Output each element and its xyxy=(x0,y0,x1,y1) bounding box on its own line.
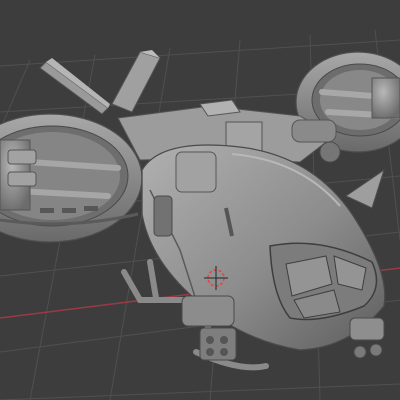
left-rotor-ring xyxy=(0,113,143,243)
antenna-mast xyxy=(39,58,110,115)
nose-gun-turret xyxy=(349,317,385,359)
viewport-canvas[interactable] xyxy=(0,0,400,400)
3d-viewport[interactable] xyxy=(0,0,400,400)
missile-pod xyxy=(181,295,237,361)
fuselage xyxy=(141,144,386,351)
dorsal-fin xyxy=(344,168,385,209)
